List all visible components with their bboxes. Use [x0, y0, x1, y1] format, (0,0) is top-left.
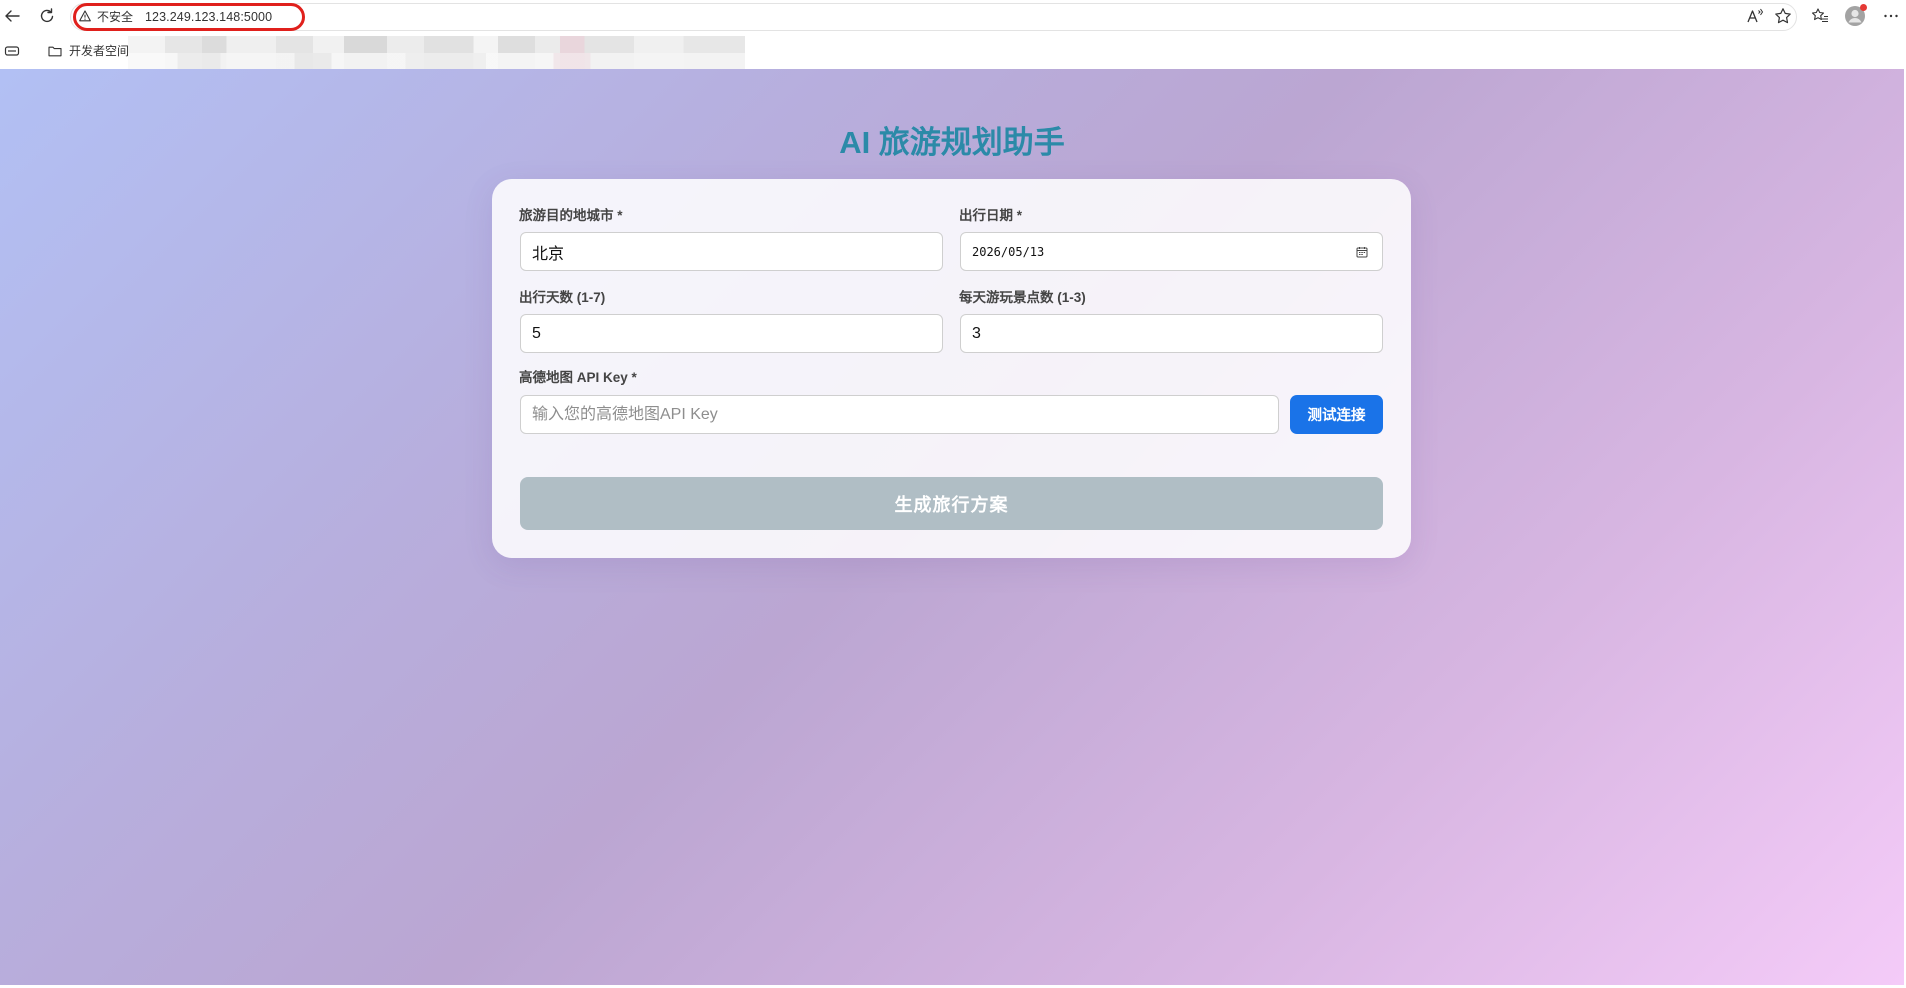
trip-form-card: 旅游目的地城市 * 出行日期 * 2026/05/13 出行天数 (1-7) 每… [492, 179, 1411, 558]
page-content: AI 旅游规划助手 旅游目的地城市 * 出行日期 * 2026/05/13 出行… [0, 69, 1904, 985]
bookmark-folder-label[interactable]: 开发者空间 [69, 44, 129, 59]
red-annotation-outline [73, 3, 305, 31]
favorites-icon[interactable] [1811, 7, 1829, 25]
address-bar[interactable] [70, 3, 1797, 31]
refresh-icon[interactable] [38, 7, 56, 25]
back-arrow-icon[interactable] [3, 7, 21, 25]
folder-icon[interactable] [48, 44, 62, 58]
days-label: 出行天数 (1-7) [519, 290, 606, 305]
destination-label: 旅游目的地城市 * [519, 208, 623, 223]
date-input[interactable]: 2026/05/13 [960, 232, 1383, 271]
api-key-label: 高德地图 API Key * [519, 370, 637, 385]
page-title: AI 旅游规划助手 [839, 125, 1065, 160]
date-value: 2026/05/13 [972, 245, 1045, 259]
browser-window: 不安全 123.249.123.148:5000 开发者空间 AI 旅游规划助手 [0, 0, 1906, 988]
apps-icon[interactable] [4, 43, 20, 59]
more-icon[interactable] [1882, 7, 1900, 25]
notification-dot [1860, 4, 1867, 11]
spots-input[interactable] [960, 314, 1383, 353]
calendar-icon[interactable] [1356, 246, 1368, 258]
favorite-star-icon[interactable] [1774, 7, 1792, 25]
browser-toolbar: 不安全 123.249.123.148:5000 [0, 0, 1906, 34]
date-label: 出行日期 * [959, 208, 1023, 223]
days-input[interactable] [520, 314, 943, 353]
read-aloud-icon[interactable] [1746, 7, 1764, 25]
api-key-input[interactable] [520, 395, 1279, 434]
destination-input[interactable] [520, 232, 943, 271]
redacted-bookmarks [128, 36, 745, 70]
test-connection-button[interactable]: 测试连接 [1290, 395, 1383, 434]
spots-label: 每天游玩景点数 (1-3) [959, 290, 1086, 305]
generate-plan-button[interactable]: 生成旅行方案 [520, 477, 1383, 530]
